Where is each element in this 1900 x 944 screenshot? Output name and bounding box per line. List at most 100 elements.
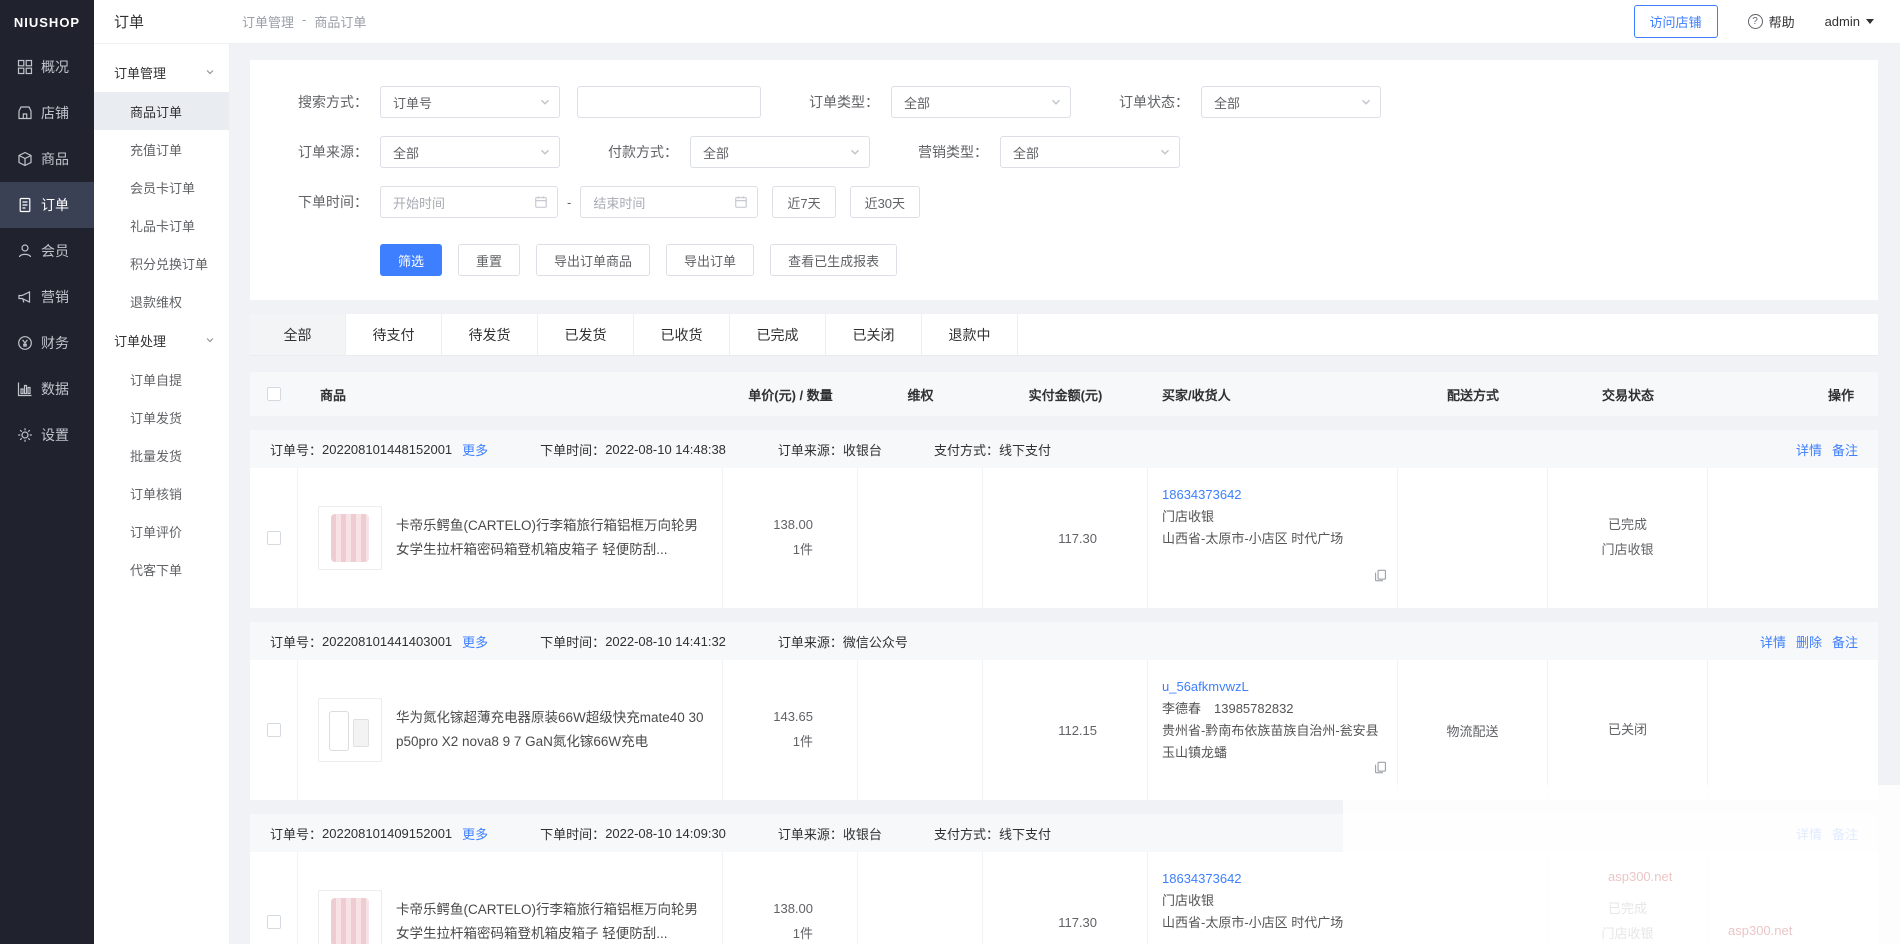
order-checkbox[interactable] [267, 531, 281, 545]
sidebar-item-verify[interactable]: 订单核销 [94, 474, 229, 512]
search-keyword-input[interactable] [577, 86, 761, 118]
tab-all[interactable]: 全部 [250, 314, 346, 355]
tab-closed[interactable]: 已关闭 [826, 314, 922, 355]
order-detail-link[interactable]: 详情 [1796, 824, 1822, 843]
sidebar-item-pickup[interactable]: 订单自提 [94, 360, 229, 398]
order-delete-link[interactable]: 删除 [1796, 632, 1822, 651]
dashboard-icon [17, 59, 33, 75]
order-detail-link[interactable]: 详情 [1760, 632, 1786, 651]
order-type-select[interactable]: 全部 [891, 86, 1071, 118]
tab-to-ship[interactable]: 待发货 [442, 314, 538, 355]
buyer-account-link[interactable]: 18634373642 [1162, 484, 1383, 506]
filter-button[interactable]: 筛选 [380, 244, 442, 276]
order-more-link[interactable]: 更多 [462, 632, 488, 651]
order-checkbox[interactable] [267, 915, 281, 929]
nav-item-marketing[interactable]: 营销 [0, 274, 94, 320]
sidebar-item-batch-delivery[interactable]: 批量发货 [94, 436, 229, 474]
breadcrumb-item[interactable]: 订单管理 [242, 12, 294, 31]
end-date-input[interactable]: 结束时间 [580, 186, 758, 218]
order-source: 收银台 [843, 824, 882, 843]
nav-item-overview[interactable]: 概况 [0, 44, 94, 90]
pay-type-select[interactable]: 全部 [690, 136, 870, 168]
search-type-label: 搜索方式： [250, 92, 380, 112]
last-7-days-button[interactable]: 近7天 [772, 186, 835, 218]
order-source-select[interactable]: 全部 [380, 136, 560, 168]
order-remark-link[interactable]: 备注 [1832, 440, 1858, 459]
nav-item-settings[interactable]: 设置 [0, 412, 94, 458]
sidebar-item-review[interactable]: 订单评价 [94, 512, 229, 550]
tab-unpaid[interactable]: 待支付 [346, 314, 442, 355]
question-icon: ? [1748, 14, 1763, 29]
tab-completed[interactable]: 已完成 [730, 314, 826, 355]
view-reports-button[interactable]: 查看已生成报表 [770, 244, 897, 276]
sidebar-item-delivery[interactable]: 订单发货 [94, 398, 229, 436]
breadcrumb-item-current: 商品订单 [314, 12, 366, 31]
copy-address-icon[interactable] [1374, 761, 1387, 774]
selected-value: 全部 [904, 93, 930, 112]
buyer-account-link[interactable]: 18634373642 [1162, 868, 1383, 890]
product-thumbnail [318, 698, 382, 762]
nav-item-members[interactable]: 会员 [0, 228, 94, 274]
tab-received[interactable]: 已收货 [634, 314, 730, 355]
help-button[interactable]: ? 帮助 [1748, 12, 1795, 31]
order-source-label: 订单来源： [250, 142, 380, 162]
marketing-icon [17, 289, 33, 305]
group-items: 订单自提 订单发货 批量发货 订单核销 订单评价 代客下单 [94, 360, 229, 588]
select-all-checkbox[interactable] [267, 387, 281, 401]
sidebar-group-order-manage[interactable]: 订单管理 [94, 52, 229, 92]
chevron-down-icon [1866, 19, 1874, 24]
nav-item-goods[interactable]: 商品 [0, 136, 94, 182]
order-more-link[interactable]: 更多 [462, 440, 488, 459]
start-date-input[interactable]: 开始时间 [380, 186, 558, 218]
search-type-select[interactable]: 订单号 [380, 86, 560, 118]
col-paid: 实付金额(元) [983, 385, 1148, 404]
nav-item-finance[interactable]: 财务 [0, 320, 94, 366]
sidebar-item-giftcard-orders[interactable]: 礼品卡订单 [94, 206, 229, 244]
module-title: 订单 [94, 11, 230, 32]
order-remark-link[interactable]: 备注 [1832, 824, 1858, 843]
order-more-link[interactable]: 更多 [462, 824, 488, 843]
trade-status: 已完成 [1608, 513, 1647, 538]
sidebar-item-recharge-orders[interactable]: 充值订单 [94, 130, 229, 168]
sidebar-item-goods-orders[interactable]: 商品订单 [94, 92, 229, 130]
nav-label: 数据 [41, 379, 69, 399]
selected-value: 全部 [1214, 93, 1240, 112]
order-source: 微信公众号 [843, 632, 908, 651]
order-card: 订单号：202208101448152001更多 下单时间：2022-08-10… [250, 430, 1878, 608]
nav-item-data[interactable]: 数据 [0, 366, 94, 412]
order-source-label: 订单来源： [778, 824, 843, 843]
member-icon [17, 243, 33, 259]
product-qty: 1件 [793, 922, 813, 944]
tab-shipped[interactable]: 已发货 [538, 314, 634, 355]
nav-item-shop[interactable]: 店铺 [0, 90, 94, 136]
buyer-account-link[interactable]: u_56afkmvwzL [1162, 676, 1383, 698]
order-status-label: 订单状态： [1071, 92, 1201, 112]
col-status: 交易状态 [1548, 385, 1708, 404]
order-remark-link[interactable]: 备注 [1832, 632, 1858, 651]
user-menu[interactable]: admin [1825, 14, 1874, 29]
sidebar-item-proxy-order[interactable]: 代客下单 [94, 550, 229, 588]
visit-shop-button[interactable]: 访问店铺 [1634, 5, 1718, 38]
sidebar-item-refund[interactable]: 退款维权 [94, 282, 229, 320]
date-placeholder: 开始时间 [393, 193, 445, 212]
product-price: 138.00 [773, 897, 813, 922]
product-thumbnail [318, 890, 382, 944]
nav-item-orders[interactable]: 订单 [0, 182, 94, 228]
paid-amount: 117.30 [1058, 531, 1097, 546]
tab-refunding[interactable]: 退款中 [922, 314, 1018, 355]
app-logo: NIUSHOP [0, 0, 94, 44]
order-header: 订单号：202208101441403001更多 下单时间：2022-08-10… [250, 622, 1878, 660]
sidebar-item-membercard-orders[interactable]: 会员卡订单 [94, 168, 229, 206]
copy-address-icon[interactable] [1374, 569, 1387, 582]
last-30-days-button[interactable]: 近30天 [850, 186, 920, 218]
promotion-type-select[interactable]: 全部 [1000, 136, 1180, 168]
export-order-goods-button[interactable]: 导出订单商品 [536, 244, 650, 276]
sidebar-group-order-process[interactable]: 订单处理 [94, 320, 229, 360]
export-orders-button[interactable]: 导出订单 [666, 244, 754, 276]
order-checkbox[interactable] [267, 723, 281, 737]
reset-button[interactable]: 重置 [458, 244, 520, 276]
order-detail-link[interactable]: 详情 [1796, 440, 1822, 459]
sidebar-item-points-orders[interactable]: 积分兑换订单 [94, 244, 229, 282]
order-status-select[interactable]: 全部 [1201, 86, 1381, 118]
date-placeholder: 结束时间 [593, 193, 645, 212]
